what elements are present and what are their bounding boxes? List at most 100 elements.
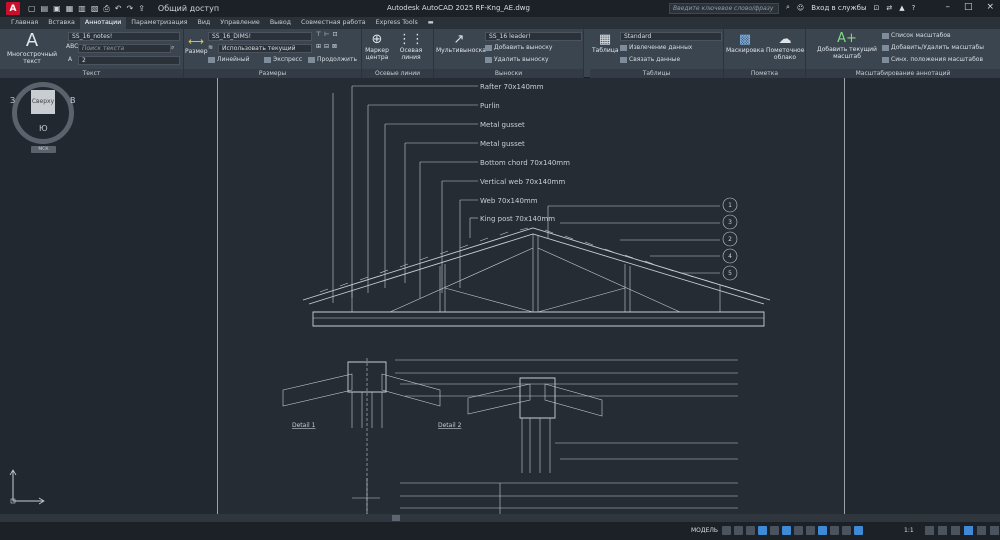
text-style-select[interactable]: SS_16_notes! — [68, 32, 180, 41]
dim-style-select[interactable]: SS_16_DIMS! — [208, 32, 312, 41]
tab-extra-icon[interactable]: ▬ — [423, 17, 439, 29]
viewcube-east[interactable]: В — [70, 96, 76, 105]
polar-icon[interactable] — [758, 526, 767, 535]
panel-leaders: ↗ Мультивыноска SS_16 leader! Добавить в… — [434, 29, 584, 78]
tab-view[interactable]: Вид — [193, 17, 216, 29]
hardware-acceleration-icon[interactable] — [964, 526, 973, 535]
save-icon[interactable]: ▣ — [53, 4, 61, 13]
open-file-icon[interactable]: ▤ — [41, 4, 49, 13]
add-remove-icon — [882, 44, 889, 51]
callout-2: 2 — [728, 236, 732, 243]
isolate-icon[interactable] — [951, 526, 960, 535]
otrack-icon[interactable] — [782, 526, 791, 535]
revcloud-button[interactable]: ☁ Пометочное облако — [766, 32, 804, 61]
add-remove-scales-button[interactable]: Добавить/Удалить масштабы — [882, 44, 984, 52]
save-as-icon[interactable]: ▦ — [66, 4, 74, 13]
dim-continue-button[interactable]: Продолжить — [308, 56, 357, 64]
add-leader-button[interactable]: Добавить выноску — [485, 44, 552, 52]
exchange-icon[interactable]: ⇄ — [886, 4, 892, 12]
sync-icon — [882, 56, 889, 63]
drawing-canvas[interactable]: Rafter 70x140mm Purlin Metal gusset Meta… — [0, 78, 1000, 514]
text-height-select[interactable]: 2 — [78, 56, 180, 65]
scrollbar-thumb[interactable] — [392, 515, 400, 521]
add-current-scale-button[interactable]: A+ Добавить текущий масштаб — [816, 31, 878, 60]
tab-annotate[interactable]: Аннотации — [79, 16, 127, 30]
ortho-icon[interactable] — [746, 526, 755, 535]
leader-style-select[interactable]: SS_16 leader! — [485, 32, 582, 41]
callout-4: 4 — [728, 253, 732, 260]
multileader-button[interactable]: ↗ Мультивыноска — [436, 32, 486, 54]
tab-collaborate[interactable]: Совместная работа — [296, 17, 371, 29]
signin-button[interactable]: Вход в службы — [811, 4, 866, 12]
centerline-button[interactable]: ⋮⋮ Осевая линия — [390, 32, 432, 61]
table-style-select[interactable]: Standard — [620, 32, 722, 41]
dimension-button[interactable]: ⟷ Размер — [185, 35, 208, 55]
lineweight-icon[interactable] — [794, 526, 803, 535]
save-web-icon[interactable]: ▧ — [91, 4, 99, 13]
sync-scale-button[interactable]: Синх. положения масштабов — [882, 56, 983, 64]
scale-list-button[interactable]: Список масштабов — [882, 32, 951, 40]
community-icon[interactable]: ▲ — [899, 4, 904, 12]
tab-output[interactable]: Вывод — [265, 17, 296, 29]
close-icon[interactable]: × — [986, 2, 994, 12]
express-icon — [264, 56, 271, 63]
auto-scale-icon[interactable] — [842, 526, 851, 535]
snap-icon[interactable] — [734, 526, 743, 535]
undo-icon[interactable]: ↶ — [115, 4, 122, 13]
viewcube-west[interactable]: З — [10, 96, 15, 105]
annotation-scale-value[interactable]: 1:1 — [904, 527, 914, 534]
grid-icon[interactable] — [722, 526, 731, 535]
user-icon[interactable]: ☺ — [797, 4, 804, 12]
ucs-menu-button[interactable]: МСК — [31, 146, 56, 153]
fullscreen-icon[interactable] — [977, 526, 986, 535]
drawing-labels: Rafter 70x140mm Purlin Metal gusset Meta… — [480, 83, 570, 223]
tab-parametric[interactable]: Параметризация — [126, 17, 192, 29]
print-icon[interactable]: ⎙ — [103, 4, 109, 14]
tab-manage[interactable]: Управление — [215, 17, 265, 29]
table-button[interactable]: ▦ Таблица — [592, 32, 619, 54]
transparency-icon[interactable] — [806, 526, 815, 535]
new-file-icon[interactable]: ▢ — [28, 4, 36, 13]
mtext-button[interactable]: A Многострочный текст — [4, 31, 60, 66]
text-abc-icon[interactable]: ABC — [66, 43, 78, 51]
viewcube-top-face[interactable]: Сверху — [31, 90, 55, 114]
find-icon[interactable]: ⌕ — [171, 44, 174, 52]
cart-icon[interactable]: ⊡ — [874, 4, 880, 12]
tab-home[interactable]: Главная — [6, 17, 43, 29]
osnap-icon[interactable] — [770, 526, 779, 535]
wipeout-button[interactable]: ▩ Маскировка — [726, 32, 764, 54]
gear-icon[interactable] — [925, 526, 934, 535]
find-text-input[interactable]: Поиск текста — [78, 44, 171, 53]
label-purlin: Purlin — [480, 102, 500, 110]
dim-layer-select[interactable]: Использовать текущий — [218, 44, 312, 53]
search-input[interactable]: Введите ключевое слово/фразу — [669, 3, 779, 14]
help-icon[interactable]: ? — [912, 4, 916, 12]
maximize-icon[interactable]: □ — [964, 2, 973, 12]
minimize-icon[interactable]: – — [945, 2, 950, 12]
redo-icon[interactable]: ↷ — [126, 4, 133, 13]
selection-cycling-icon[interactable] — [818, 526, 827, 535]
dim-tools-icon[interactable]: ⊤⊢⊡ — [316, 31, 340, 39]
plus-icon[interactable] — [938, 526, 947, 535]
tab-insert[interactable]: Вставка — [43, 17, 80, 29]
customize-icon[interactable] — [990, 526, 999, 535]
viewcube-south[interactable]: Ю — [39, 124, 48, 133]
annotation-visibility-icon[interactable] — [830, 526, 839, 535]
share-link[interactable]: Общий доступ — [158, 4, 219, 13]
dim-tools2-icon[interactable]: ⊞⊟⊠ — [316, 43, 340, 51]
center-mark-button[interactable]: ⊕ Маркер центра — [364, 32, 390, 61]
horizontal-scrollbar[interactable] — [0, 514, 1000, 522]
binoculars-icon[interactable]: ⌕ — [786, 3, 790, 12]
data-extraction-button[interactable]: Извлечение данных — [620, 44, 692, 52]
viewcube[interactable]: Сверху З В Ю — [10, 82, 76, 144]
dim-linear-button[interactable]: Линейный — [208, 56, 249, 64]
open-web-icon[interactable]: ▥ — [78, 4, 86, 13]
model-space-button[interactable]: МОДЕЛЬ — [691, 527, 718, 534]
annotation-scale-icon[interactable] — [854, 526, 863, 535]
share-icon[interactable]: ⇪ — [138, 4, 145, 13]
link-data-button[interactable]: Связать данные — [620, 56, 680, 64]
dim-express-button[interactable]: Экспресс — [264, 56, 302, 64]
tab-express-tools[interactable]: Express Tools — [371, 17, 423, 29]
remove-leader-button[interactable]: Удалить выноску — [485, 56, 549, 64]
autocad-logo[interactable]: A — [6, 2, 20, 15]
